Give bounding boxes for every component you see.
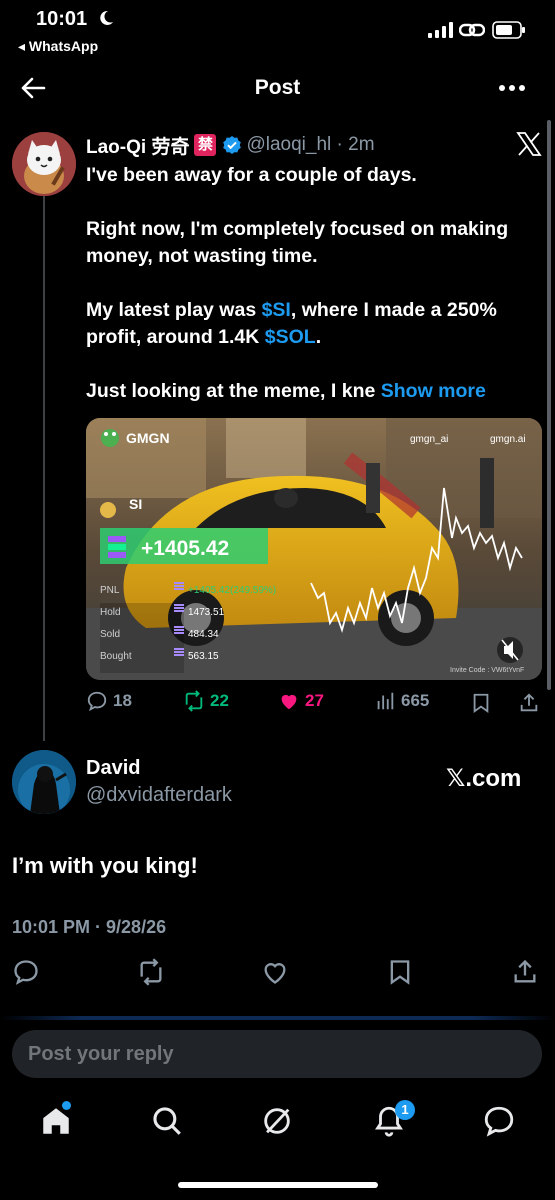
home-new-dot (62, 1101, 71, 1110)
moon-icon (100, 10, 113, 25)
views-count: 665 (401, 691, 430, 710)
video-frame: GMGN gmgn_ai gmgn.ai SI +1405.42 PNL +14… (86, 418, 542, 680)
reply-icon (87, 691, 107, 712)
heart-icon[interactable] (261, 958, 289, 986)
status-time: 10:01 (36, 8, 88, 30)
media-row-label: PNL (100, 585, 120, 596)
x-logo-icon (516, 132, 542, 156)
signal-icon (428, 22, 453, 38)
media-row-value: 563.15 (188, 651, 219, 662)
media-token: SI (129, 496, 142, 512)
like-count: 27 (305, 691, 324, 710)
solana-icon (174, 582, 184, 590)
header: Post (0, 62, 555, 114)
post-action-bar: 18 22 27 665 (86, 690, 542, 720)
verified-badge-icon (223, 136, 242, 154)
scrollbar[interactable] (547, 120, 551, 690)
post-text-segment: My latest play was (86, 299, 262, 321)
grok-icon[interactable] (260, 1104, 294, 1138)
reply-input[interactable] (12, 1030, 542, 1078)
reply-author-name[interactable]: David (86, 757, 140, 780)
views-button[interactable]: 665 (374, 690, 429, 712)
media-row-label: Sold (100, 629, 120, 640)
media-row-label: Hold (100, 607, 121, 618)
author-flag-badge: 禁 (194, 134, 217, 156)
author-handle-time: @laoqi_hl · 2m (246, 134, 375, 155)
post-paragraph: My latest play was $SI, where I made a 2… (86, 297, 536, 351)
link-icon (459, 23, 485, 37)
media-row-label: Bought (100, 651, 132, 662)
cashtag-link[interactable]: $SI (262, 299, 291, 321)
token-icon (100, 502, 116, 518)
cashtag-link[interactable]: $SOL (265, 326, 316, 348)
reply-count: 18 (113, 691, 132, 710)
media-row-value: 484.34 (188, 629, 219, 640)
solana-icon (174, 604, 184, 612)
reply-author-handle[interactable]: @dxvidafterdark (86, 784, 232, 807)
analytics-icon (377, 692, 394, 710)
media-site: gmgn.ai (490, 434, 526, 445)
cat-avatar-icon (12, 132, 76, 196)
repost-icon[interactable] (137, 958, 165, 986)
reply-composer[interactable] (12, 1030, 542, 1078)
status-bar: 10:01 ◂ WhatsApp (0, 0, 555, 60)
notifications-badge: 1 (395, 1100, 415, 1120)
x-link-card[interactable]: 𝕏.com (446, 764, 521, 793)
post-paragraph: Right now, I'm completely focused on mak… (86, 218, 509, 267)
reply-icon[interactable] (12, 958, 40, 986)
search-icon[interactable] (150, 1104, 184, 1138)
page-title: Post (254, 76, 301, 99)
repost-button[interactable]: 22 (183, 690, 229, 712)
media-row-value: +1405.42(249.59%) (188, 585, 276, 596)
reply-body: I’m with you king! (12, 853, 198, 878)
post-body: I've been away for a couple of days. Rig… (86, 162, 536, 432)
media-x-handle: gmgn_ai (410, 434, 448, 445)
reply-action-bar (0, 958, 555, 992)
thread-line (43, 196, 45, 741)
gmgn-frog-icon (101, 429, 119, 447)
reply-timestamp: 10:01 PM · 9/28/26 (12, 917, 167, 937)
avatar[interactable] (12, 750, 76, 814)
repost-count: 22 (210, 691, 229, 710)
media-invite-code: Invite Code : VW6tYvnF (450, 667, 524, 674)
repost-icon (185, 690, 203, 712)
solana-icon (174, 626, 184, 634)
show-more-link[interactable]: Show more (381, 380, 486, 402)
post-paragraph: Just looking at the meme, I kne Show mor… (86, 378, 536, 405)
post-text-segment: . (315, 326, 322, 348)
messages-icon[interactable] (482, 1104, 516, 1138)
share-icon[interactable] (511, 958, 539, 986)
media-row-value: 1473.51 (188, 607, 225, 618)
heart-filled-icon (281, 694, 297, 710)
more-options-icon[interactable] (498, 84, 526, 92)
avatar[interactable] (12, 132, 76, 196)
reply-avatar-icon (12, 750, 76, 814)
post-header: Lao-Qi 劳奇 禁 @laoqi_hl · 2m (86, 132, 375, 159)
like-button[interactable]: 27 (278, 690, 324, 712)
back-to-app-link[interactable]: ◂ WhatsApp (18, 38, 98, 55)
divider (0, 1016, 555, 1020)
media-brand: GMGN (126, 430, 170, 446)
bottom-nav (0, 1096, 555, 1152)
bookmark-icon[interactable] (470, 692, 492, 714)
post-paragraph: I've been away for a couple of days. (86, 164, 417, 186)
bookmark-icon[interactable] (386, 958, 414, 986)
reply-button[interactable]: 18 (86, 690, 132, 712)
home-indicator[interactable] (178, 1182, 378, 1188)
battery-icon (492, 21, 525, 39)
author-name[interactable]: Lao-Qi 劳奇 (86, 132, 189, 159)
post-text-segment: Just looking at the meme, I kne (86, 380, 381, 402)
share-icon[interactable] (518, 692, 540, 714)
solana-icon (174, 648, 184, 656)
post-media-video[interactable]: GMGN gmgn_ai gmgn.ai SI +1405.42 PNL +14… (86, 418, 542, 680)
media-pnl-big: +1405.42 (141, 537, 229, 560)
